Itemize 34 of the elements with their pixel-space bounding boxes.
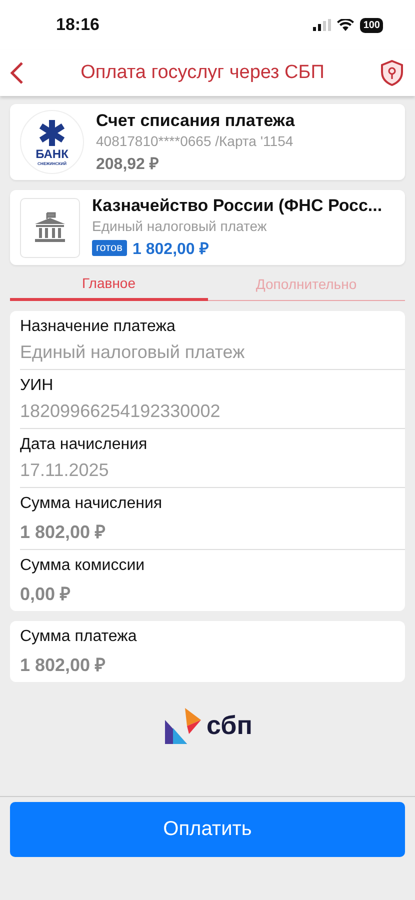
status-time: 18:16	[56, 15, 100, 35]
card-title: Казначейство России (ФНС Росс...	[92, 196, 382, 216]
field-value: 18209966254192330002	[20, 401, 222, 422]
field-value: 17.11.2025	[20, 460, 110, 481]
triangle-logo-icon	[162, 706, 203, 744]
field-value: 1 802,00 ₽	[20, 521, 106, 543]
payment-amount: 1 802,00 ₽	[132, 240, 208, 259]
status-badge: готов	[92, 240, 127, 256]
battery-level: 100	[360, 18, 383, 32]
wifi-icon	[337, 19, 354, 31]
back-icon[interactable]	[10, 61, 24, 85]
field-value: 1 802,00 ₽	[20, 654, 106, 676]
pay-button[interactable]: Оплатить	[10, 802, 405, 857]
field-label: Назначение платежа	[20, 318, 176, 336]
balance-amount: 208,92 ₽	[96, 154, 160, 174]
bank-building-icon	[33, 212, 67, 244]
field-label: Сумма начисления	[20, 495, 164, 513]
card-subtitle: 40817810****0665 /Карта '1154	[96, 132, 294, 148]
signal-icon	[313, 19, 332, 31]
screen-title: Оплата госуслуг через СБП	[80, 62, 324, 84]
field-label: Сумма комиссии	[20, 557, 146, 575]
logo-text: сбп	[206, 710, 252, 740]
field-label: Сумма платежа	[20, 628, 138, 646]
field-label: Дата начисления	[20, 436, 148, 454]
field-value: 0,00 ₽	[20, 583, 72, 605]
shield-icon[interactable]	[380, 60, 403, 86]
card-subtitle: Единый налоговый платеж	[92, 218, 268, 234]
tab[interactable]: Главное	[10, 271, 208, 301]
snowflake-icon	[38, 118, 66, 146]
field-value: Единый налоговый платеж	[20, 342, 246, 363]
logo-text: БАНК	[36, 146, 68, 160]
payee-card[interactable]: Казначейство России (ФНС Росс... Единый налоговый платеж готов 1 802,00 ₽	[10, 190, 405, 265]
card-title: Счет списания платежа	[96, 110, 295, 130]
field-label: УИН	[20, 377, 54, 395]
